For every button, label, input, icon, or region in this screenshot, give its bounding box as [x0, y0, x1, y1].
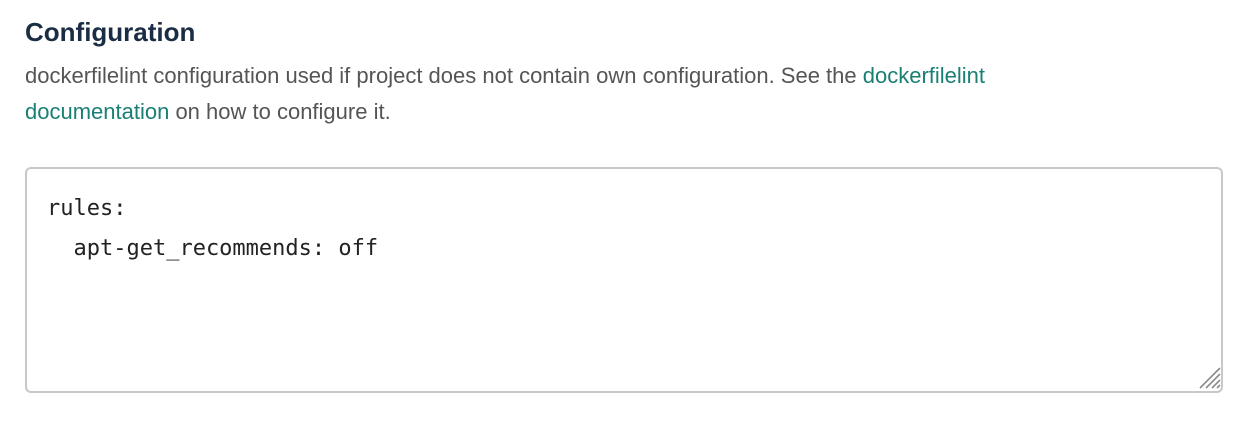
description-suffix: on how to configure it.	[169, 99, 391, 124]
configuration-section: Configuration dockerfilelint configurati…	[25, 14, 1225, 130]
section-title: Configuration	[25, 17, 196, 47]
description-prefix: dockerfilelint configuration used if pro…	[25, 63, 863, 88]
configuration-textarea[interactable]: rules: apt-get_recommends: off	[25, 167, 1223, 393]
section-description: dockerfilelint configuration used if pro…	[25, 58, 1105, 130]
resize-handle-icon[interactable]	[1194, 362, 1222, 390]
